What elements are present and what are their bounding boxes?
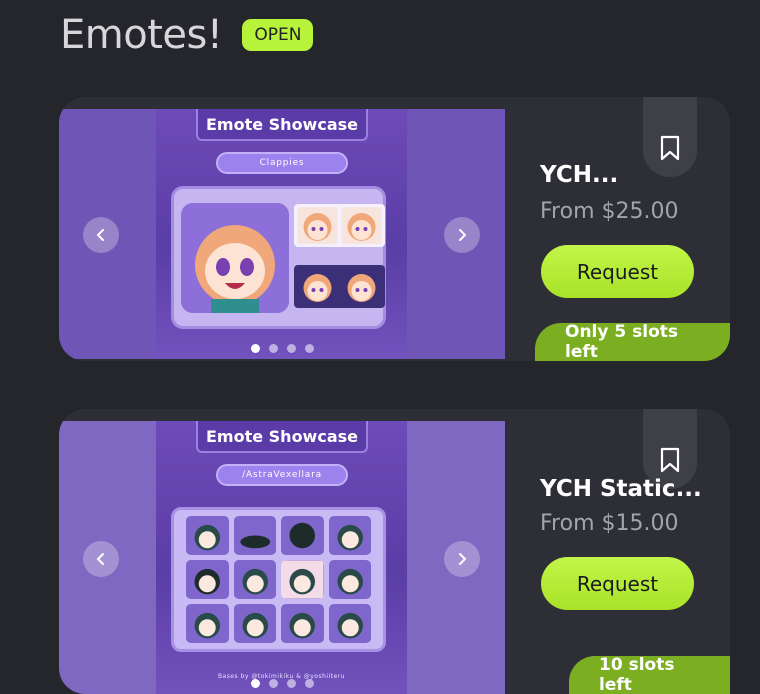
emote-thumbnail (328, 516, 371, 555)
emote-thumbnail (328, 604, 371, 643)
slots-left-badge: Only 5 slots left (535, 322, 730, 361)
emote-showcase-image: Emote Showcase Clappies (156, 109, 407, 359)
request-button[interactable]: Request (541, 557, 694, 610)
showcase-name-pill: Clappies (216, 152, 348, 174)
carousel-next-button[interactable] (444, 217, 480, 253)
emote-thumbnail (281, 516, 324, 555)
product-card: Emote Showcase Clappies YCH... From $25.… (59, 97, 730, 361)
carousel-dot[interactable] (268, 679, 278, 688)
bookmark-icon (660, 135, 680, 161)
emote-thumbnail (297, 207, 338, 244)
emote-thumbnail (281, 560, 324, 599)
product-name: YCH... (540, 162, 619, 188)
emote-thumbnail (328, 560, 371, 599)
page-header: Emotes! OPEN (60, 12, 314, 58)
carousel-dot[interactable] (304, 679, 314, 688)
bookmark-button[interactable] (643, 97, 697, 177)
carousel-dot[interactable] (304, 344, 314, 353)
emote-thumbnail (233, 516, 276, 555)
carousel-dot[interactable] (286, 679, 296, 688)
chevron-right-icon (459, 553, 467, 565)
chevron-right-icon (459, 229, 467, 241)
showcase-name-pill: /AstraVexellara (216, 464, 348, 486)
small-emotes-light (294, 204, 385, 247)
carousel-next-button[interactable] (444, 541, 480, 577)
carousel-dot[interactable] (268, 344, 278, 353)
product-price: From $15.00 (540, 511, 679, 536)
product-price: From $25.00 (540, 199, 679, 224)
carousel-dot[interactable] (250, 344, 260, 353)
status-badge: OPEN (242, 19, 314, 51)
small-emotes-dark (294, 265, 385, 308)
emote-thumbnail (297, 268, 338, 305)
emote-thumbnail (233, 604, 276, 643)
emote-thumbnail (341, 207, 382, 244)
chevron-left-icon (96, 229, 104, 241)
large-emote-preview (181, 203, 289, 313)
emote-thumbnail (186, 516, 229, 555)
carousel-dot[interactable] (250, 679, 260, 688)
product-card: Emote Showcase /AstraVexellara Bases by … (59, 409, 730, 694)
emote-thumbnail (281, 604, 324, 643)
emote-thumbnail (186, 604, 229, 643)
carousel-dots (59, 679, 505, 688)
carousel-dots (59, 344, 505, 353)
showcase-title: Emote Showcase (196, 421, 368, 453)
emote-thumbnail (186, 560, 229, 599)
emote-thumbnail (341, 268, 382, 305)
product-name: YCH Static... (540, 476, 702, 502)
emote-thumbnail (233, 560, 276, 599)
carousel-dot[interactable] (286, 344, 296, 353)
emote-showcase-image: Emote Showcase /AstraVexellara Bases by … (156, 421, 407, 694)
emote-grid (171, 507, 386, 652)
request-button[interactable]: Request (541, 245, 694, 298)
bookmark-icon (660, 447, 680, 473)
emote-preview-panel (171, 186, 386, 329)
carousel-prev-button[interactable] (83, 217, 119, 253)
slots-left-badge: 10 slots left (569, 655, 730, 694)
image-carousel[interactable]: Emote Showcase Clappies (59, 109, 505, 359)
image-carousel[interactable]: Emote Showcase /AstraVexellara Bases by … (59, 421, 505, 694)
showcase-title: Emote Showcase (196, 109, 368, 141)
chevron-left-icon (96, 553, 104, 565)
page-title: Emotes! (60, 12, 223, 58)
carousel-prev-button[interactable] (83, 541, 119, 577)
